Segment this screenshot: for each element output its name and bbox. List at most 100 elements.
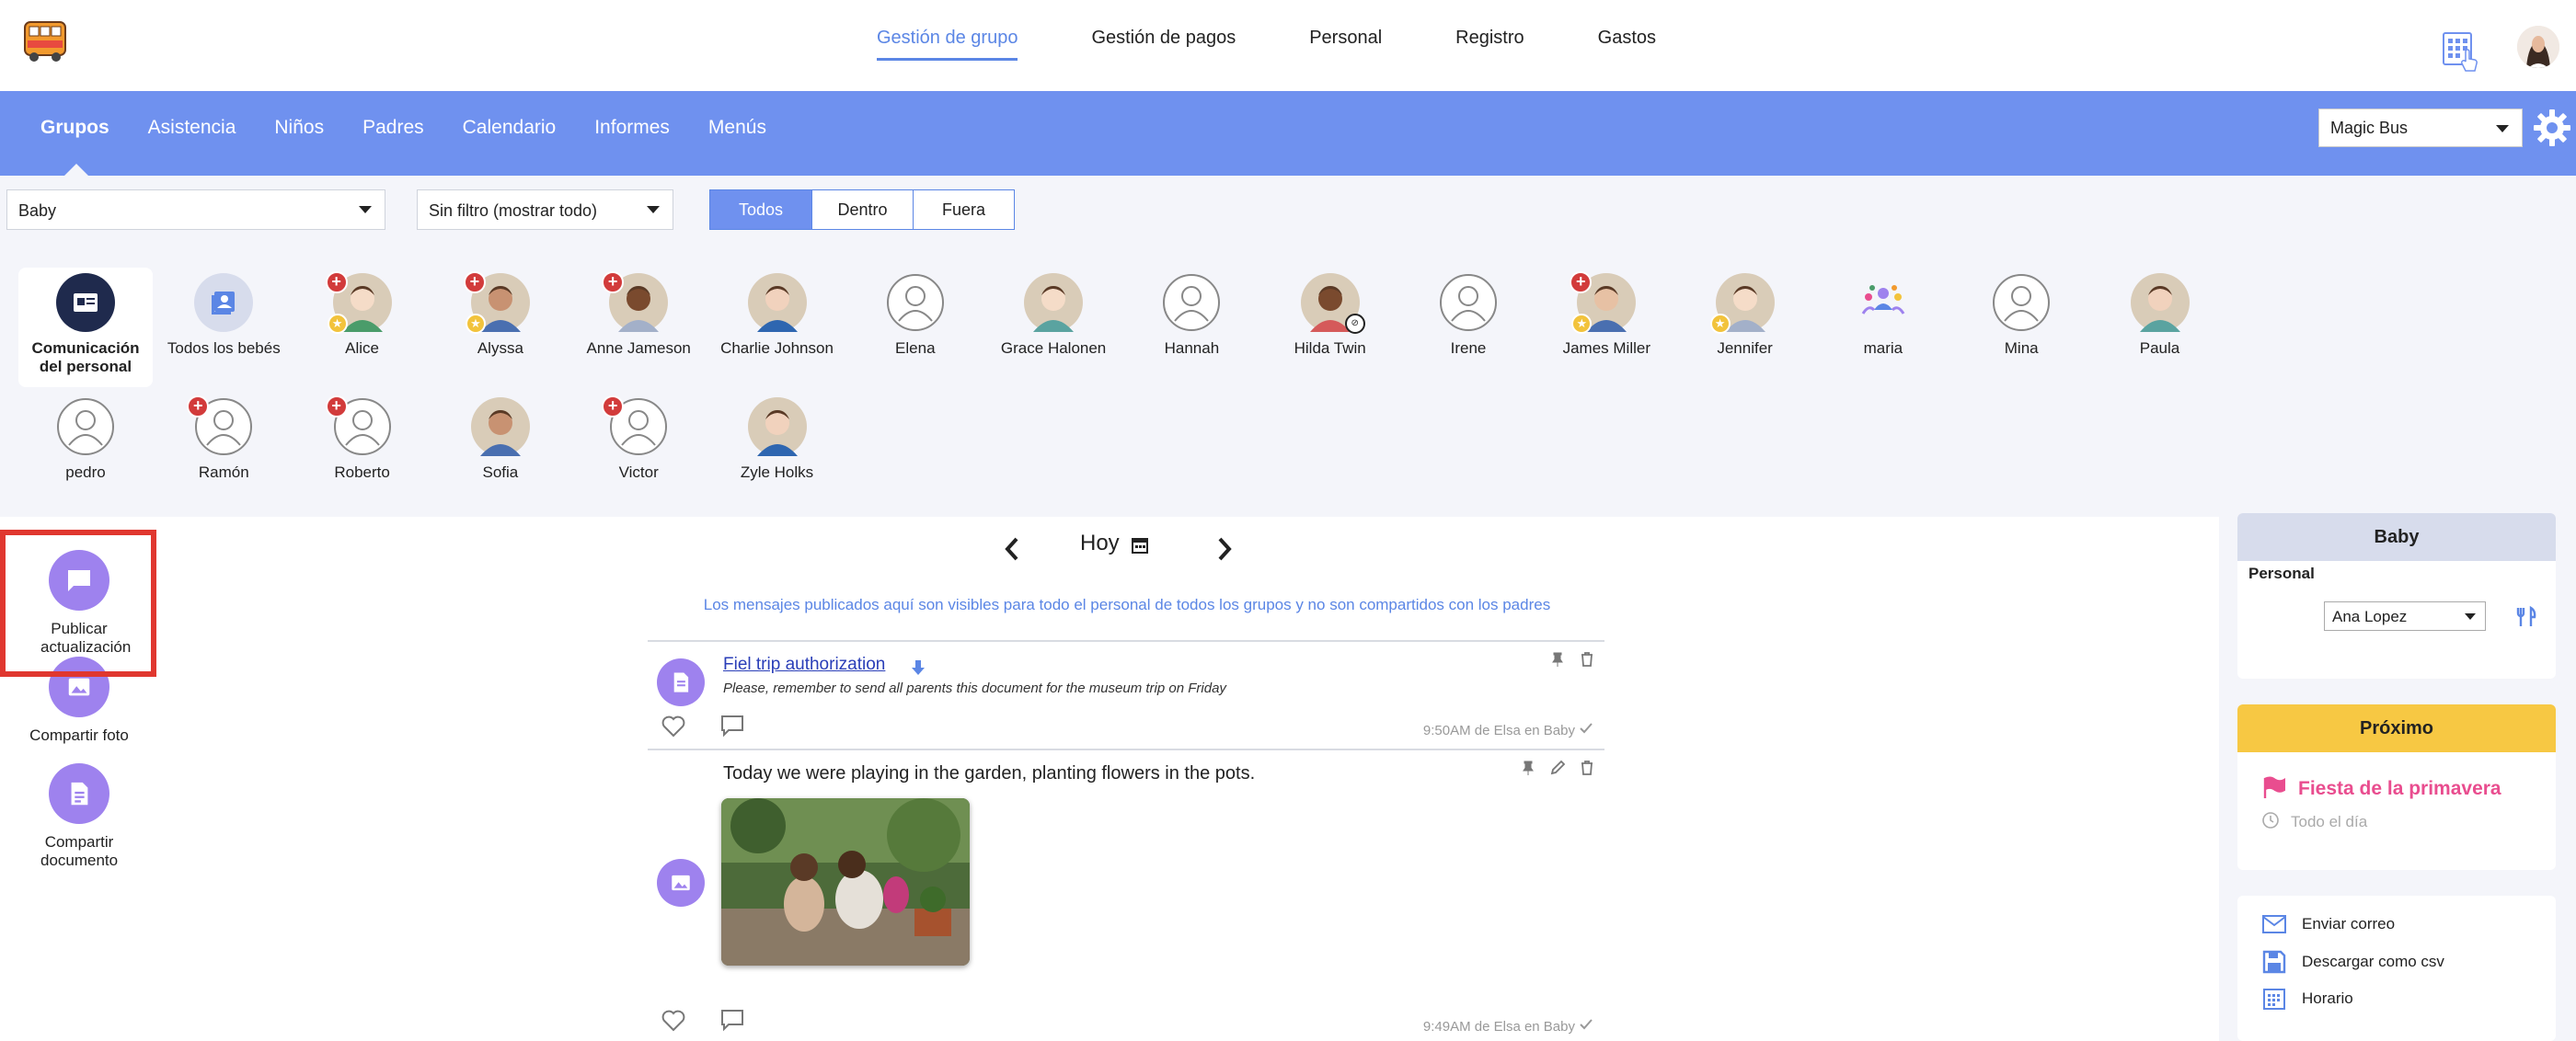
child-name: Irene (1450, 339, 1487, 357)
group-select[interactable]: Baby (6, 189, 385, 230)
calendar-icon[interactable] (1131, 536, 1149, 555)
pin-icon[interactable] (1549, 651, 1566, 668)
post-text: Today we were playing in the garden, pla… (723, 763, 1256, 784)
bus-logo-icon[interactable] (22, 18, 68, 63)
calendar-grid-icon (2263, 989, 2285, 1010)
school-select[interactable]: Magic Bus (2318, 109, 2523, 147)
child-tile[interactable]: Mina (1954, 273, 2088, 358)
sub-nav-attendance[interactable]: Asistencia (148, 117, 236, 139)
child-tile[interactable]: + ★ Alice (295, 271, 430, 358)
top-nav-expenses[interactable]: Gastos (1598, 28, 1656, 61)
sub-nav-groups[interactable]: Grupos (40, 117, 109, 139)
sub-nav-reports[interactable]: Informes (594, 117, 670, 139)
star-icon: ★ (327, 314, 348, 334)
child-avatar (1024, 273, 1084, 332)
child-tile[interactable]: Sofia (433, 397, 568, 482)
child-tile[interactable]: maria (1816, 273, 1950, 358)
sub-nav-menus[interactable]: Menús (708, 117, 766, 139)
top-nav: Gestión de grupo Gestión de pagos Person… (877, 28, 1656, 61)
top-nav-staff[interactable]: Personal (1309, 28, 1382, 61)
pin-icon[interactable] (1520, 760, 1536, 776)
all-babies-tile[interactable]: Todos los bebés (156, 273, 291, 358)
sub-nav-parents[interactable]: Padres (362, 117, 424, 139)
child-avatar (56, 397, 115, 456)
send-email-link[interactable]: Enviar correo (2261, 914, 2395, 934)
child-tile[interactable]: Paula (2093, 273, 2227, 358)
date-label[interactable]: Hoy (1080, 531, 1120, 556)
document-icon (49, 763, 109, 824)
staff-select-value: Ana Lopez (2332, 608, 2408, 625)
child-tile[interactable]: Hannah (1124, 273, 1259, 358)
segment-all[interactable]: Todos (710, 190, 811, 229)
child-name: Ramón (198, 463, 249, 481)
download-icon[interactable] (909, 658, 927, 677)
child-tile[interactable]: Irene (1401, 273, 1535, 358)
comment-icon[interactable] (719, 1008, 745, 1032)
child-tile[interactable]: pedro (18, 397, 153, 482)
group-select-value: Baby (18, 201, 57, 220)
trash-icon[interactable] (1579, 760, 1595, 776)
image-icon (657, 859, 705, 907)
child-tile[interactable]: + ★ James Miller (1539, 271, 1673, 358)
heart-icon[interactable] (661, 714, 686, 738)
trash-icon[interactable] (1579, 651, 1595, 668)
chevron-down-icon (2496, 125, 2509, 132)
child-tile[interactable]: + Roberto (295, 395, 430, 482)
pencil-icon[interactable] (1549, 760, 1566, 776)
event-name[interactable]: Fiesta de la primavera (2298, 778, 2501, 800)
user-avatar[interactable] (2517, 26, 2559, 68)
child-tile[interactable]: + Anne Jameson (571, 271, 706, 358)
active-tab-caret (64, 164, 88, 176)
document-icon (657, 658, 705, 706)
medical-plus-icon: + (325, 271, 348, 293)
filter-select[interactable]: Sin filtro (mostrar todo) (417, 189, 673, 230)
child-tile[interactable]: ★ Jennifer (1678, 273, 1812, 358)
segment-out[interactable]: Fuera (913, 190, 1014, 229)
document-link[interactable]: Fiel trip authorization (723, 655, 885, 675)
child-avatar (1854, 273, 1913, 332)
child-tile[interactable]: + ★ Alyssa (433, 271, 568, 358)
sub-nav-children[interactable]: Niños (274, 117, 324, 139)
segment-in[interactable]: Dentro (811, 190, 913, 229)
schedule-label: Horario (2302, 990, 2353, 1007)
child-avatar (1162, 273, 1221, 332)
staff-communication-tile[interactable]: Comunicación del personal (18, 268, 153, 387)
fork-knife-icon[interactable] (2515, 605, 2537, 629)
child-tile[interactable]: Charlie Johnson (710, 273, 845, 358)
child-name: Mina (2004, 339, 2039, 357)
child-avatar: ⊘ (1300, 273, 1365, 334)
next-events-title: Próximo (2237, 704, 2556, 752)
child-tile[interactable]: + Ramón (156, 395, 291, 482)
comment-icon[interactable] (719, 714, 745, 738)
kiosk-keypad-icon[interactable] (2442, 29, 2480, 72)
star-icon: ★ (465, 314, 486, 334)
child-avatar: + (602, 395, 668, 456)
sub-nav-calendar[interactable]: Calendario (463, 117, 557, 139)
sub-nav: Grupos Asistencia Niños Padres Calendari… (40, 117, 766, 139)
download-csv-link[interactable]: Descargar como csv (2261, 949, 2444, 975)
heart-icon[interactable] (661, 1008, 686, 1032)
schedule-link[interactable]: Horario (2261, 986, 2353, 1012)
post-photo[interactable] (721, 798, 970, 966)
gear-icon[interactable] (2532, 108, 2572, 148)
top-nav-payments[interactable]: Gestión de pagos (1091, 28, 1236, 61)
child-name: pedro (65, 463, 106, 481)
child-tile[interactable]: Elena (848, 273, 983, 358)
child-name: Hilda Twin (1294, 339, 1366, 357)
filter-select-value: Sin filtro (mostrar todo) (429, 201, 598, 220)
chevron-right-icon[interactable] (1215, 535, 1234, 563)
child-tile[interactable]: + Victor (571, 395, 706, 482)
child-name: Hannah (1164, 339, 1220, 357)
child-tile[interactable]: Zyle Holks (710, 397, 845, 482)
share-document-button[interactable]: Compartir documento (0, 763, 158, 870)
post-reactions (661, 1008, 745, 1032)
child-avatar (747, 273, 807, 332)
medical-plus-icon: + (463, 271, 486, 293)
top-nav-register[interactable]: Registro (1455, 28, 1524, 61)
child-tile[interactable]: ⊘ Hilda Twin (1263, 273, 1397, 358)
child-tile[interactable]: Grace Halonen (986, 273, 1121, 358)
child-name: maria (1863, 339, 1903, 357)
staff-select[interactable]: Ana Lopez (2324, 601, 2486, 631)
chevron-left-icon[interactable] (1003, 535, 1021, 563)
top-nav-group-management[interactable]: Gestión de grupo (877, 28, 1018, 61)
